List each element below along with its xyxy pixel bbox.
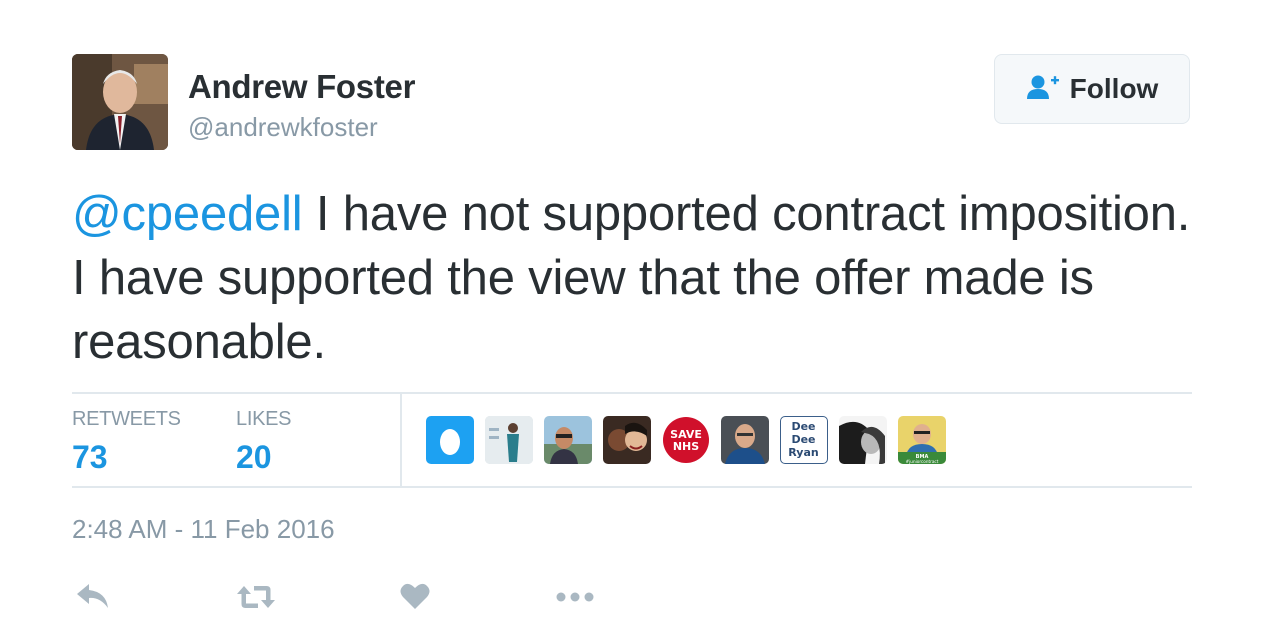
- reply-button[interactable]: [76, 582, 110, 615]
- more-icon: [556, 590, 596, 607]
- author-name[interactable]: Andrew Foster: [188, 68, 415, 106]
- stats-vertical-divider: [400, 394, 402, 486]
- retweets-stat[interactable]: RETWEETS 73: [72, 408, 181, 476]
- retweet-button[interactable]: [236, 584, 276, 615]
- mention-link[interactable]: @cpeedell: [72, 187, 303, 241]
- default-egg-avatar[interactable]: [426, 416, 474, 464]
- author-avatar[interactable]: [72, 54, 168, 150]
- follow-button-label: Follow: [1069, 73, 1159, 104]
- person-standing-avatar[interactable]: [485, 416, 533, 464]
- likers-list: SAVE NHS Dee Dee Ryan BMA #juniorcontrac…: [426, 416, 946, 464]
- stats-bottom-divider: [72, 486, 1192, 488]
- reply-icon: [76, 584, 110, 614]
- retweets-count: 73: [72, 439, 108, 475]
- likes-stat[interactable]: LIKES 20: [236, 408, 292, 476]
- two-women-avatar[interactable]: [603, 416, 651, 464]
- more-button[interactable]: [556, 590, 596, 608]
- author-handle[interactable]: @andrewkfoster: [188, 112, 378, 143]
- svg-text:NHS: NHS: [673, 440, 699, 453]
- stats-top-divider: [72, 392, 1192, 394]
- retweets-label: RETWEETS: [72, 408, 181, 430]
- retweet-icon: [236, 586, 276, 614]
- tweet-timestamp[interactable]: 2:48 AM - 11 Feb 2016: [72, 514, 335, 545]
- svg-text:#juniorcontract: #juniorcontract: [906, 459, 939, 464]
- like-button[interactable]: [400, 582, 430, 615]
- svg-text:Ryan: Ryan: [788, 446, 818, 459]
- man-outdoors-avatar[interactable]: [544, 416, 592, 464]
- likes-label: LIKES: [236, 408, 292, 430]
- tweet-text: @cpeedell I have not supported contract …: [72, 182, 1192, 374]
- svg-text:Dee: Dee: [791, 433, 815, 446]
- save-nhs-avatar[interactable]: SAVE NHS: [662, 416, 710, 464]
- likes-count: 20: [236, 439, 272, 475]
- man-portrait-avatar[interactable]: [721, 416, 769, 464]
- follow-button[interactable]: Follow: [994, 54, 1190, 124]
- bma-junior-contract-avatar[interactable]: BMA #juniorcontract: [898, 416, 946, 464]
- add-user-icon: [1026, 74, 1060, 105]
- bw-couple-avatar[interactable]: [839, 416, 887, 464]
- like-icon: [400, 583, 430, 614]
- svg-text:Dee: Dee: [791, 420, 815, 433]
- dee-dee-ryan-avatar[interactable]: Dee Dee Ryan: [780, 416, 828, 464]
